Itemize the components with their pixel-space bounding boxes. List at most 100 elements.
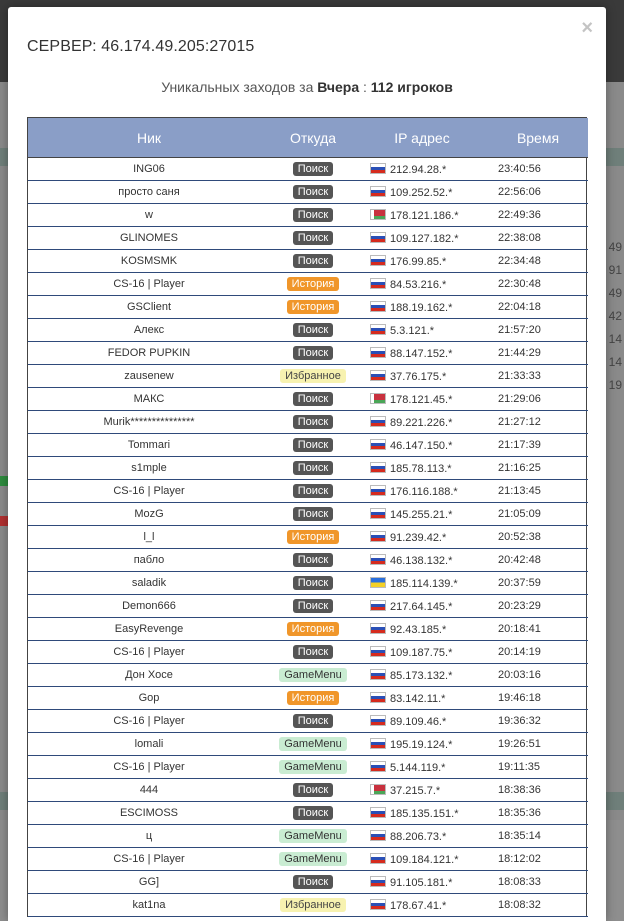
players-table-container: Ник Откуда IP адрес Время ING06 Поиск 212.… [27,117,588,917]
ip-cell: 5.3.121.* [356,318,488,342]
visit-time: 20:14:19 [488,640,588,664]
visit-summary: Уникальных заходов за Вчера : 112 игроко… [8,79,606,95]
ru-flag-icon [370,415,386,427]
table-header-row: Ник Откуда IP адрес Время [28,118,588,158]
ip-address: 109.184.121.* [390,853,459,866]
table-row: ц GameMenu 88.206.73.* 18:35:14 [28,824,588,848]
table-row: kat1na Избранное 178.67.41.* 18:08:32 [28,893,588,917]
visit-time: 19:11:35 [488,755,588,779]
table-row: ING06 Поиск 212.94.28.* 23:40:56 [28,157,588,181]
table-row: MozG Поиск 145.255.21.* 21:05:09 [28,502,588,526]
source-cell: Поиск [270,249,356,273]
ru-flag-icon [370,622,386,634]
ip-cell: 195.19.124.* [356,732,488,756]
visit-time: 21:27:12 [488,410,588,434]
ip-address: 88.147.152.* [390,347,453,360]
ip-address: 83.142.11.* [390,692,446,705]
source-cell: Поиск [270,203,356,227]
ip-address: 188.19.162.* [390,301,453,314]
player-nick: Murik*************** [28,410,270,434]
source-badge: Поиск [292,208,334,222]
table-row: Gop История 83.142.11.* 19:46:18 [28,686,588,710]
ip-address: 89.109.46.* [390,715,447,728]
player-nick: просто саня [28,180,270,204]
close-icon[interactable]: × [581,18,593,38]
source-badge: GameMenu [279,737,347,751]
source-badge: Поиск [292,346,334,360]
ip-address: 109.252.52.* [390,186,453,199]
visit-time: 20:37:59 [488,571,588,595]
source-badge: История [286,530,340,544]
source-badge: История [286,277,340,291]
source-cell: Поиск [270,226,356,250]
ip-cell: 37.215.7.* [356,778,488,802]
player-nick: MozG [28,502,270,526]
by-flag-icon [370,783,386,795]
source-cell: Поиск [270,479,356,503]
source-badge: Поиск [292,507,334,521]
background-number: 49 [608,286,622,300]
ip-cell: 46.147.150.* [356,433,488,457]
ip-cell: 109.127.182.* [356,226,488,250]
table-row: Дон Хосе GameMenu 85.173.132.* 20:03:16 [28,663,588,687]
ip-cell: 5.144.119.* [356,755,488,779]
source-badge: Поиск [292,231,334,245]
table-row: zausenew Избранное 37.76.175.* 21:33:33 [28,364,588,388]
source-cell: Поиск [270,709,356,733]
ru-flag-icon [370,553,386,565]
ru-flag-icon [370,254,386,266]
ip-cell: 188.19.162.* [356,295,488,319]
background-number: 49 [608,240,622,254]
ip-cell: 89.221.226.* [356,410,488,434]
source-cell: Поиск [270,801,356,825]
ru-flag-icon [370,760,386,772]
player-nick: CS-16 | Player [28,847,270,871]
table-row: l_l История 91.239.42.* 20:52:38 [28,525,588,549]
header-ip[interactable]: IP адрес [356,118,488,158]
ip-address: 5.3.121.* [390,324,435,337]
source-badge: Поиск [292,783,334,797]
source-cell: Поиск [270,157,356,181]
ru-flag-icon [370,346,386,358]
ip-cell: 212.94.28.* [356,157,488,181]
source-badge: GameMenu [279,668,347,682]
ru-flag-icon [370,898,386,910]
ip-cell: 109.184.121.* [356,847,488,871]
source-cell: GameMenu [270,755,356,779]
player-nick: FEDOR PUPKIN [28,341,270,365]
ru-flag-icon [370,484,386,496]
source-badge: Поиск [292,415,334,429]
table-row: GG] Поиск 91.105.181.* 18:08:33 [28,870,588,894]
summary-count: 112 игроков [370,79,453,95]
ip-address: 92.43.185.* [390,623,447,636]
source-badge: Избранное [280,369,346,383]
header-time[interactable]: Время [488,118,588,158]
source-badge: Поиск [292,254,334,268]
ip-address: 85.173.132.* [390,669,453,682]
header-source[interactable]: Откуда [270,118,356,158]
visit-time: 18:08:33 [488,870,588,894]
visit-time: 21:33:33 [488,364,588,388]
table-row: w Поиск 178.121.186.* 22:49:36 [28,203,588,227]
ip-address: 176.99.85.* [390,255,447,268]
ru-flag-icon [370,277,386,289]
player-nick: w [28,203,270,227]
players-table: Ник Откуда IP адрес Время ING06 Поиск 212.… [28,118,588,917]
player-nick: lomali [28,732,270,756]
by-flag-icon [370,392,386,404]
ip-cell: 178.121.186.* [356,203,488,227]
table-row: CS-16 | Player GameMenu 109.184.121.* 18:12… [28,847,588,871]
visit-time: 19:26:51 [488,732,588,756]
source-badge: Поиск [292,392,334,406]
header-nick[interactable]: Ник [28,118,270,158]
visit-time: 21:57:20 [488,318,588,342]
ru-flag-icon [370,599,386,611]
source-badge: Поиск [292,185,334,199]
ua-flag-icon [370,576,386,588]
source-cell: Поиск [270,180,356,204]
summary-period: Вчера [317,79,360,95]
visit-time: 21:29:06 [488,387,588,411]
source-badge: Избранное [280,898,346,912]
table-row: 444 Поиск 37.215.7.* 18:38:36 [28,778,588,802]
source-cell: История [270,617,356,641]
